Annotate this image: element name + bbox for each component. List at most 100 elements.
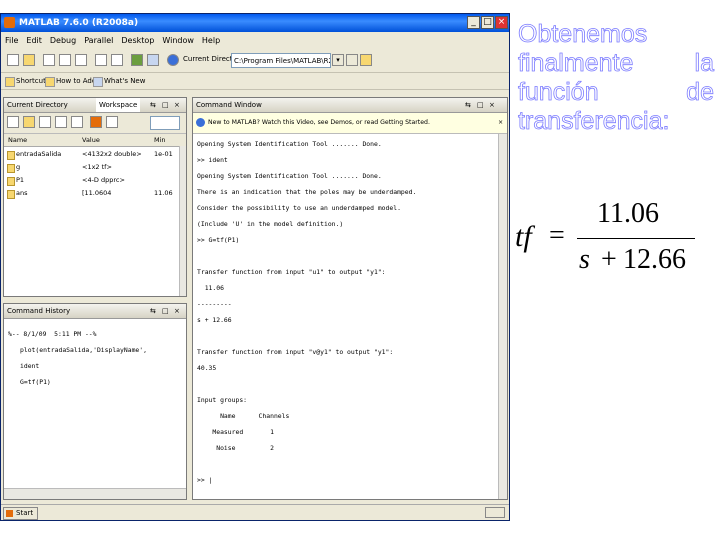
delete-variable-icon[interactable] (90, 116, 102, 128)
cell-name: P1 (16, 176, 25, 184)
col-value[interactable]: Value (82, 134, 100, 146)
command-history-header: Command History ⇆ □ × (4, 304, 186, 319)
output-line: There is an indication that the poles ma… (197, 188, 417, 196)
output-line: Consider the possibility to use an under… (197, 204, 401, 212)
panel-undock-icon[interactable]: ⇆ (150, 98, 156, 112)
eq-equals: = (549, 220, 565, 251)
history-item[interactable]: %-- 8/1/09 5:11 PM --% (8, 326, 178, 342)
table-row[interactable]: entradaSalida <4132x2 double> 1e-01 (4, 148, 186, 161)
whats-new-link[interactable]: What's New (104, 73, 145, 89)
help-banner: New to MATLAB? Watch this Video, see Dem… (193, 113, 507, 134)
cell-name: g (16, 163, 21, 171)
menu-edit[interactable]: Edit (22, 33, 46, 49)
guide-icon[interactable] (147, 54, 159, 66)
command-window-scrollbar[interactable] (498, 134, 507, 499)
undo-icon[interactable] (95, 54, 107, 66)
col-min[interactable]: Min (154, 134, 166, 146)
col-name[interactable]: Name (8, 134, 27, 146)
toolbar: Current Directory: C:\Program Files\MATL… (1, 50, 509, 73)
how-to-add-link[interactable]: How to Add (56, 73, 96, 89)
output-line: Opening System Identification Tool .....… (197, 140, 382, 148)
eq-den-s: s (579, 244, 590, 275)
menu-desktop[interactable]: Desktop (117, 33, 158, 49)
output-line: 11.06 (197, 284, 224, 292)
command-output[interactable]: Opening System Identification Tool .....… (197, 136, 492, 488)
minimize-button[interactable]: _ (467, 16, 480, 29)
workspace-scrollbar[interactable] (179, 146, 186, 296)
up-folder-icon[interactable] (360, 54, 372, 66)
cw-close-icon[interactable]: × (489, 98, 495, 112)
import-data-icon[interactable] (39, 116, 51, 128)
browse-button[interactable] (346, 54, 358, 66)
help-icon[interactable] (167, 54, 179, 66)
current-dir-field[interactable]: C:\Program Files\MATLAB\R2008a (231, 53, 331, 68)
title-bar[interactable]: MATLAB 7.6.0 (R2008a) _ □ × (1, 14, 509, 32)
command-window-panel: Command Window ⇆ □ × New to MATLAB? Watc… (192, 97, 508, 500)
history-item[interactable]: G=tf(P1) (8, 374, 178, 390)
menu-window[interactable]: Window (158, 33, 198, 49)
output-line: --------- (197, 300, 232, 308)
output-line: Opening System Identification Tool .....… (197, 172, 382, 180)
paste-icon[interactable] (75, 54, 87, 66)
menu-file[interactable]: File (1, 33, 22, 49)
table-row[interactable]: ans [11.0604 11.06 (4, 187, 186, 200)
maximize-button[interactable]: □ (481, 16, 494, 29)
new-variable-icon[interactable] (7, 116, 19, 128)
history-item[interactable]: plot(entradaSalida,'DisplayName', (8, 342, 178, 358)
start-button[interactable]: Start (3, 507, 39, 520)
open-variable-icon[interactable] (23, 116, 35, 128)
panel-dock-icon[interactable]: □ (162, 98, 169, 112)
plot-icon[interactable] (106, 116, 118, 128)
history-close-icon[interactable]: × (174, 304, 180, 318)
new-file-icon[interactable] (7, 54, 19, 66)
redo-icon[interactable] (111, 54, 123, 66)
tab-workspace[interactable]: Workspace (96, 98, 141, 112)
slide-note: Obtenemos finalmente la función de trans… (518, 20, 715, 136)
tab-current-directory[interactable]: Current Directory (7, 98, 68, 112)
simulink-icon[interactable] (131, 54, 143, 66)
transfer-function-equation: tf = 11.06 s + 12.66 (513, 190, 718, 290)
output-line: >> | (197, 476, 213, 484)
history-hscrollbar[interactable] (4, 488, 186, 499)
cell-name: entradaSalida (16, 150, 62, 158)
shortcut-icon (5, 77, 15, 87)
banner-close-icon[interactable]: × (498, 113, 503, 133)
shortcuts-bar: Shortcuts How to Add What's New (1, 73, 509, 90)
variable-icon (7, 151, 15, 160)
save-workspace-icon[interactable] (55, 116, 67, 128)
help-banner-text[interactable]: New to MATLAB? Watch this Video, see Dem… (208, 113, 430, 133)
command-history-panel: Command History ⇆ □ × %-- 8/1/09 5:11 PM… (3, 303, 187, 500)
stack-select[interactable] (150, 116, 180, 130)
command-history-list: %-- 8/1/09 5:11 PM --% plot(entradaSalida… (8, 326, 178, 390)
workspace-panel-header: Current Directory Workspace ⇆ □ × (4, 98, 186, 113)
cell-min: 1e-01 (154, 150, 173, 158)
panel-close-icon[interactable]: × (174, 98, 180, 112)
output-line: (Include 'U' in the model definition.) (197, 220, 344, 228)
copy-icon[interactable] (59, 54, 71, 66)
note-line: finalmente la (518, 49, 715, 78)
open-folder-icon[interactable] (23, 54, 35, 66)
history-item[interactable]: ident (8, 358, 178, 374)
table-row[interactable]: P1 <4-D dpprc> (4, 174, 186, 187)
eq-den-plus: + (601, 244, 617, 275)
window-title: MATLAB 7.6.0 (R2008a) (19, 18, 139, 28)
table-row[interactable]: g <1x2 tf> (4, 161, 186, 174)
history-dock-icon[interactable]: □ (162, 304, 169, 318)
history-undock-icon[interactable]: ⇆ (150, 304, 156, 318)
output-line: Name Channels (197, 412, 290, 420)
menu-debug[interactable]: Debug (46, 33, 80, 49)
print-icon[interactable] (71, 116, 83, 128)
menu-parallel[interactable]: Parallel (80, 33, 117, 49)
start-bar: Start (1, 504, 509, 520)
cut-icon[interactable] (43, 54, 55, 66)
close-button[interactable]: × (495, 16, 508, 29)
workspace-toolbar (4, 113, 186, 134)
dropdown-arrow-icon[interactable]: ▾ (332, 54, 344, 66)
cw-dock-icon[interactable]: □ (477, 98, 484, 112)
menu-help[interactable]: Help (198, 33, 224, 49)
cw-undock-icon[interactable]: ⇆ (465, 98, 471, 112)
eq-lhs: tf (515, 220, 532, 253)
output-line: s + 12.66 (197, 316, 232, 324)
